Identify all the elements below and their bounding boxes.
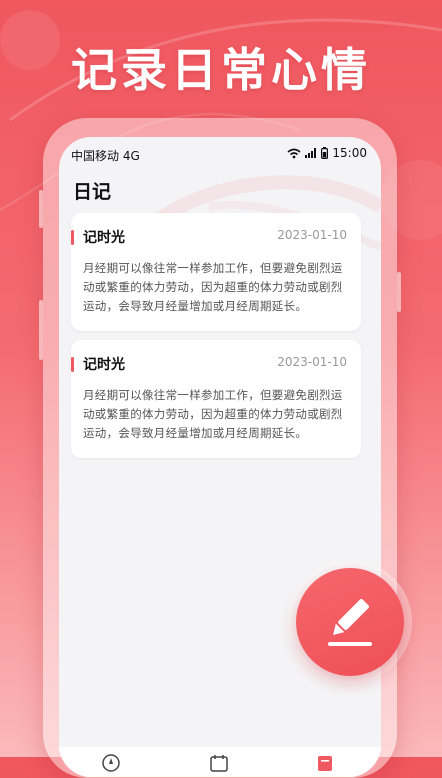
compass-icon[interactable] [101, 753, 121, 773]
diary-icon[interactable] [315, 753, 335, 773]
entry-title: 记时光 [83, 357, 125, 373]
bottom-tab-bar [59, 747, 381, 777]
entry-header: 记时光 2023-01-10 [71, 354, 361, 374]
entry-title: 记时光 [83, 230, 125, 246]
new-entry-button[interactable] [296, 568, 404, 676]
diary-entry-card[interactable]: 记时光 2023-01-10 月经期可以像往常一样参加工作，但要避免剧烈运动或繁… [71, 340, 361, 458]
entry-date: 2023-01-10 [277, 355, 347, 369]
pencil-icon [328, 599, 372, 646]
carrier-label: 中国移动 4G [71, 149, 140, 163]
phone-side-button [39, 300, 43, 360]
entry-header: 记时光 2023-01-10 [71, 227, 361, 247]
entry-body: 月经期可以像往常一样参加工作，但要避免剧烈运动或繁重的体力劳动，因为超重的体力劳… [83, 261, 343, 313]
phone-side-button [39, 190, 43, 228]
status-bar: 中国移动 4G 15:00 [59, 137, 381, 171]
clock-label: 15:00 [332, 146, 367, 160]
entry-accent-bar [71, 230, 74, 245]
diary-entry-card[interactable]: 记时光 2023-01-10 月经期可以像往常一样参加工作，但要避免剧烈运动或繁… [71, 213, 361, 331]
entry-body: 月经期可以像往常一样参加工作，但要避免剧烈运动或繁重的体力劳动，因为超重的体力劳… [83, 388, 343, 440]
phone-side-button [397, 272, 401, 312]
signal-icon [305, 148, 317, 158]
entry-accent-bar [71, 357, 74, 372]
wifi-icon [287, 148, 301, 158]
page-title: 日记 [73, 181, 112, 203]
battery-icon [321, 147, 329, 159]
calendar-icon[interactable] [209, 753, 229, 773]
status-icons: 15:00 [287, 146, 367, 160]
entry-date: 2023-01-10 [277, 228, 347, 242]
promo-headline: 记录日常心情 [71, 43, 371, 97]
